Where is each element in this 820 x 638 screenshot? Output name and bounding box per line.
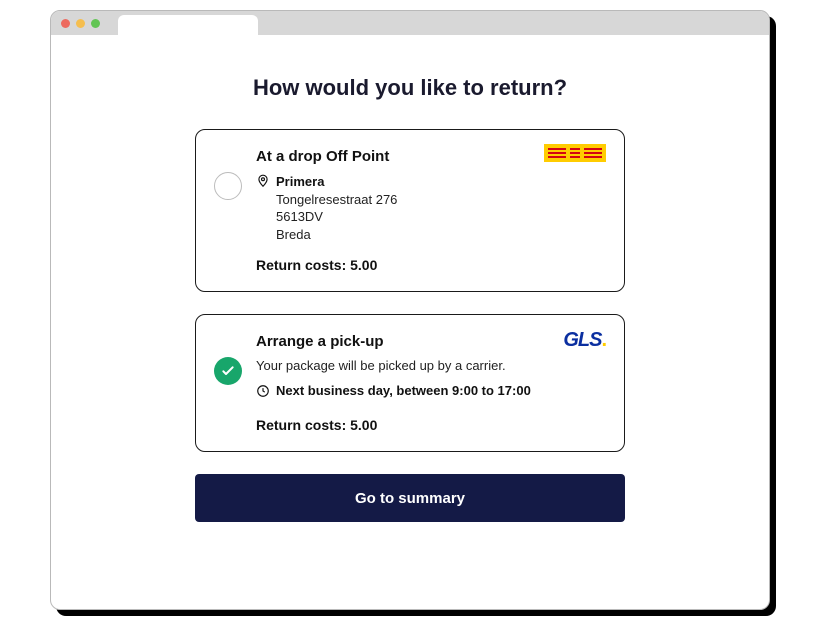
gls-logo-dot: . bbox=[601, 329, 606, 351]
dropoff-body: At a drop Off Point Primera Tongelresest… bbox=[256, 148, 604, 273]
pickup-slot-row: Next business day, between 9:00 to 17:00 bbox=[256, 383, 604, 403]
gls-logo: GLS. bbox=[563, 329, 606, 352]
window-minimize-icon[interactable] bbox=[76, 19, 85, 28]
pin-icon bbox=[256, 174, 270, 193]
dropoff-location-row: Primera Tongelresestraat 276 5613DV Bred… bbox=[256, 173, 604, 243]
window-close-icon[interactable] bbox=[61, 19, 70, 28]
pickup-description: Your package will be picked up by a carr… bbox=[256, 358, 604, 373]
location-postal: 5613DV bbox=[276, 208, 397, 226]
radio-dropoff[interactable] bbox=[214, 172, 242, 200]
radio-pickup[interactable] bbox=[214, 357, 242, 385]
location-city: Breda bbox=[276, 226, 397, 244]
pickup-title: Arrange a pick-up bbox=[256, 333, 604, 350]
browser-tab[interactable] bbox=[118, 15, 258, 35]
check-icon bbox=[220, 363, 236, 379]
location-name: Primera bbox=[276, 173, 397, 191]
pickup-slot: Next business day, between 9:00 to 17:00 bbox=[276, 383, 531, 398]
go-to-summary-button[interactable]: Go to summary bbox=[195, 474, 625, 522]
location-street: Tongelresestraat 276 bbox=[276, 191, 397, 209]
dhl-logo bbox=[544, 144, 606, 162]
gls-logo-text: GLS bbox=[563, 329, 601, 351]
page-title: How would you like to return? bbox=[253, 75, 567, 101]
window-maximize-icon[interactable] bbox=[91, 19, 100, 28]
dropoff-address: Primera Tongelresestraat 276 5613DV Bred… bbox=[276, 173, 397, 243]
window-titlebar bbox=[51, 11, 769, 35]
pickup-cost: Return costs: 5.00 bbox=[256, 417, 604, 433]
page-content: How would you like to return? At a drop … bbox=[51, 35, 769, 552]
return-option-dropoff[interactable]: At a drop Off Point Primera Tongelresest… bbox=[195, 129, 625, 292]
dhl-logo-icon bbox=[544, 144, 606, 162]
browser-window: How would you like to return? At a drop … bbox=[50, 10, 770, 610]
clock-icon bbox=[256, 384, 270, 403]
return-option-pickup[interactable]: Arrange a pick-up Your package will be p… bbox=[195, 314, 625, 452]
pickup-body: Arrange a pick-up Your package will be p… bbox=[256, 333, 604, 433]
dropoff-cost: Return costs: 5.00 bbox=[256, 257, 604, 273]
